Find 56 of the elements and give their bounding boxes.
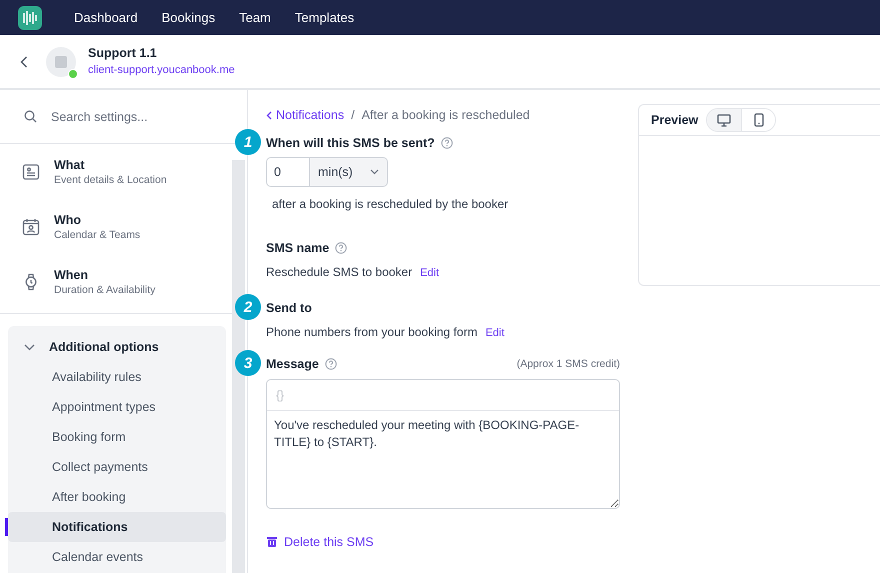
field-label: Message: [266, 357, 319, 371]
view-mode-button[interactable]: [741, 109, 776, 131]
sidebar-item[interactable]: Availability rules: [8, 362, 226, 392]
breadcrumb-link[interactable]: Notifications: [266, 108, 344, 122]
scrollbar[interactable]: [232, 160, 245, 573]
sidebar-item[interactable]: Calendar events: [8, 542, 226, 572]
sidebar-item[interactable]: After booking: [8, 482, 226, 512]
unit-dropdown[interactable]: min(s): [310, 157, 388, 187]
sidebar-item[interactable]: Notifications: [8, 512, 226, 542]
breadcrumb-separator: /: [351, 108, 355, 122]
section-subtitle: Calendar & Teams: [54, 228, 140, 240]
back-chevron-icon: [266, 110, 272, 120]
chevron-down-icon: [370, 169, 379, 175]
number-field[interactable]: 0: [266, 157, 310, 187]
view-mode-button[interactable]: [707, 109, 742, 131]
step-badge: 2: [235, 294, 261, 320]
section-title[interactable]: Who: [54, 212, 140, 226]
message-editor[interactable]: {} You've rescheduled your meeting with {BOOKING-PAGE-TITLE} to {START}.: [266, 379, 620, 509]
breadcrumb-current: After a booking is rescheduled: [362, 108, 530, 122]
page-title: Support 1.1: [88, 46, 158, 60]
desktop-icon: [717, 114, 732, 126]
logo-icon[interactable]: [18, 6, 42, 30]
placeholder-logo-icon: [54, 54, 68, 68]
edit-link[interactable]: Edit: [485, 327, 504, 339]
field-label: Send to: [266, 301, 312, 315]
credit-note: (Approx 1 SMS credit): [516, 358, 620, 370]
nav-link[interactable]: Dashboard: [74, 10, 138, 25]
edit-link[interactable]: Edit: [420, 267, 440, 279]
sidebar-item[interactable]: Booking form: [8, 422, 226, 452]
field-label: When will this SMS be sent?: [266, 136, 435, 150]
back-icon[interactable]: [20, 56, 28, 68]
booking-page-link[interactable]: client-support.youcanbook.me: [88, 64, 235, 76]
section-subtitle: Event details & Location: [54, 174, 167, 186]
nav-link[interactable]: Bookings: [162, 10, 216, 25]
sms-name-value: Reschedule SMS to booker: [266, 265, 412, 279]
card-icon: [22, 162, 40, 180]
section-title[interactable]: What: [54, 158, 167, 172]
timing-note: after a booking is rescheduled by the booker: [272, 197, 510, 211]
chevron-icon: [24, 344, 35, 350]
step-badge: 1: [235, 129, 261, 155]
step-badge: 3: [235, 350, 261, 376]
calendar-person-icon: [22, 218, 40, 236]
preview-title: Preview: [651, 113, 698, 127]
delete-link[interactable]: Delete this SMS: [266, 535, 620, 549]
search-icon: [24, 110, 37, 123]
nav-link[interactable]: Templates: [294, 10, 354, 25]
nav-link[interactable]: Team: [239, 10, 271, 25]
sidebar-item[interactable]: Collect payments: [8, 452, 226, 482]
options-toggle[interactable]: Additional options: [8, 332, 175, 362]
phone-icon: [754, 113, 764, 127]
section-title[interactable]: When: [54, 268, 156, 282]
sidebar-item[interactable]: Appointment types: [8, 392, 226, 422]
section-subtitle: Duration & Availability: [54, 284, 156, 296]
recipient-value: Phone numbers from your booking form: [266, 325, 478, 339]
field-label: SMS name: [266, 241, 330, 255]
trash-icon: [266, 536, 278, 548]
